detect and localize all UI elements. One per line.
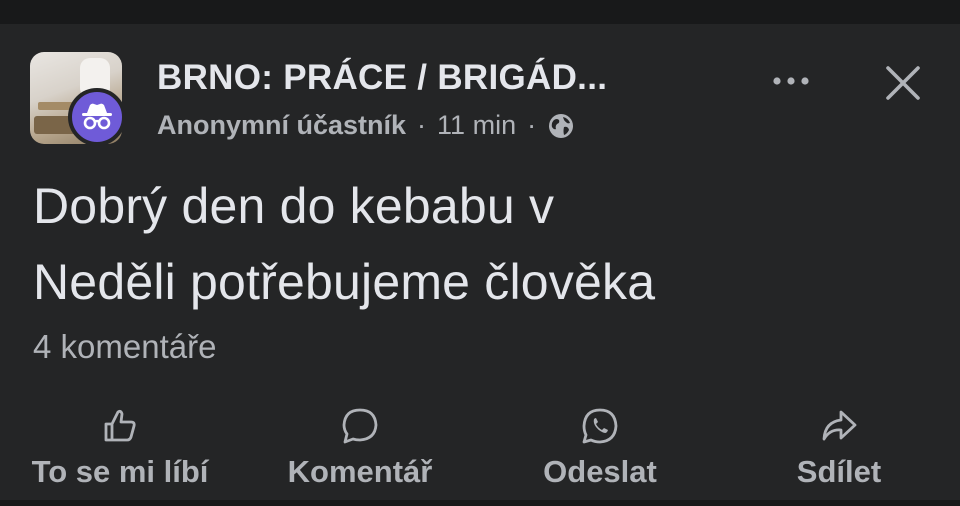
more-options-button[interactable] (766, 66, 816, 96)
top-divider (0, 0, 960, 24)
incognito-icon (68, 88, 126, 146)
comment-label: Komentář (287, 454, 433, 489)
close-button[interactable] (880, 60, 926, 106)
meta-separator-2: · (527, 110, 537, 140)
share-button[interactable]: Sdílet (774, 404, 904, 494)
post-text-line-2: Neděli potřebujeme člověka (33, 254, 656, 310)
close-icon (886, 66, 920, 100)
post-meta: Anonymní účastník · 11 min · (157, 110, 575, 141)
share-label: Sdílet (796, 454, 882, 489)
bottom-divider (0, 500, 960, 506)
author-name[interactable]: Anonymní účastník (157, 110, 406, 141)
like-label: To se mi líbí (31, 454, 209, 489)
post-action-bar: To se mi líbí Komentář Odeslat Sdílet (0, 404, 960, 494)
send-label: Odeslat (543, 454, 657, 489)
thumbs-up-icon (98, 404, 142, 448)
post-avatar[interactable] (30, 52, 126, 146)
comment-icon (338, 404, 382, 448)
comments-count-link[interactable]: 4 komentáře (33, 328, 216, 366)
group-name[interactable]: BRNO: PRÁCE / BRIGÁD... (157, 58, 607, 98)
share-icon (817, 404, 861, 448)
send-button[interactable]: Odeslat (520, 404, 680, 494)
more-horizontal-icon (773, 77, 809, 85)
whatsapp-icon (578, 404, 622, 448)
like-button[interactable]: To se mi líbí (12, 404, 228, 494)
post-time[interactable]: 11 min (437, 110, 516, 141)
post-text-line-1: Dobrý den do kebabu v (33, 178, 555, 234)
comment-button[interactable]: Komentář (264, 404, 456, 494)
post-card: BRNO: PRÁCE / BRIGÁD... Anonymní účastní… (0, 24, 960, 500)
meta-separator: · (417, 110, 427, 140)
post-text: Dobrý den do kebabu v Neděli potřebujeme… (33, 168, 933, 320)
globe-icon (547, 112, 575, 140)
